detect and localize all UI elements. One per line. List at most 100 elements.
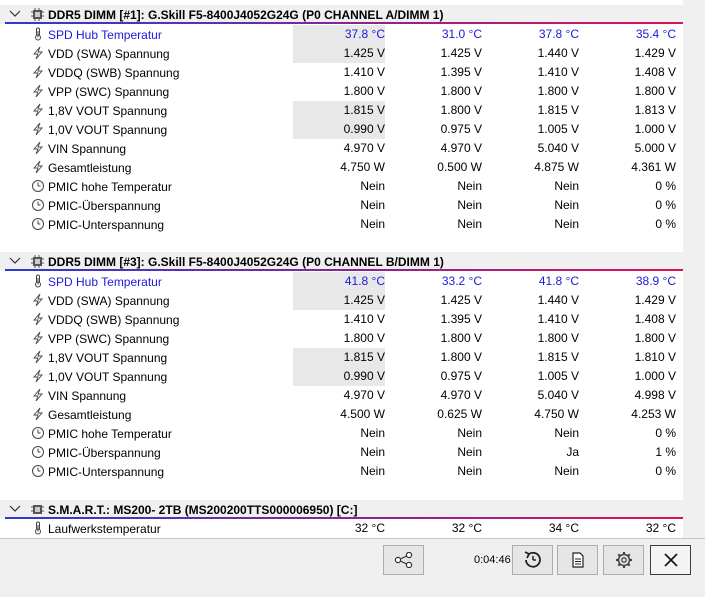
sensor-row[interactable]: PMIC hohe Temperatur Nein Nein Nein 0 % (0, 424, 683, 443)
sensor-row[interactable]: VDDQ (SWB) Spannung 1.410 V 1.395 V 1.410 V… (0, 63, 683, 82)
sensor-row[interactable]: VIN Spannung 4.970 V 4.970 V 5.040 V 5.000 V (0, 139, 683, 158)
current-value: 41.8 °C (293, 272, 385, 291)
current-value: 37.8 °C (293, 25, 385, 44)
clock-icon (32, 446, 44, 458)
sensor-row[interactable]: VDD (SWA) Spannung 1.425 V 1.425 V 1.440 V 1… (0, 44, 683, 63)
section-header-dimm1[interactable]: DDR5 DIMM [#1]: G.Skill F5-8400J4052G24G… (0, 5, 683, 24)
average-value: 1.429 V (634, 46, 676, 60)
voltage-icon (33, 312, 43, 326)
sensor-row[interactable]: 1,0V VOUT Spannung 0.990 V 0.975 V 1.005 V 1… (0, 120, 683, 139)
sensor-row[interactable]: 1,0V VOUT Spannung 0.990 V 0.975 V 1.005 V 1… (0, 367, 683, 386)
sensor-row[interactable]: VIN Spannung 4.970 V 4.970 V 5.040 V 4.998 V (0, 386, 683, 405)
vertical-scrollbar[interactable] (683, 0, 705, 538)
sensor-label: 1,8V VOUT Spannung (48, 104, 168, 118)
max-value: 1.440 V (537, 46, 579, 60)
sensor-row[interactable]: PMIC-Unterspannung Nein Nein Nein 0 % (0, 215, 683, 234)
sensor-row[interactable]: Gesamtleistung 4.750 W 0.500 W 4.875 W 4.361… (0, 158, 683, 177)
sensor-label: 1,0V VOUT Spannung (48, 370, 168, 384)
average-value: 1.813 V (634, 103, 676, 117)
sensor-row[interactable]: SPD Hub Temperatur 37.8 °C 31.0 °C 37.8 °C 3… (0, 25, 683, 44)
current-value: 4.970 V (343, 141, 385, 155)
current-value: 1.815 V (293, 101, 385, 120)
sensor-row[interactable]: 1,8V VOUT Spannung 1.815 V 1.800 V 1.815 V 1… (0, 348, 683, 367)
min-value: 4.970 V (440, 141, 482, 155)
sensor-row[interactable]: Laufwerkstemperatur 32 °C 32 °C 34 °C 32 °C (0, 519, 683, 538)
min-value: 31.0 °C (441, 27, 482, 41)
current-value: Nein (360, 179, 385, 193)
sensor-row[interactable]: Gesamtleistung 4.500 W 0.625 W 4.750 W 4.253… (0, 405, 683, 424)
clock-icon (32, 180, 44, 192)
sensor-label: VDD (SWA) Spannung (48, 294, 170, 308)
reset-clock-button[interactable] (512, 545, 553, 575)
power-icon (33, 407, 43, 421)
current-value: 4.500 W (340, 407, 385, 421)
min-value: Nein (457, 464, 482, 478)
chevron-down-icon[interactable] (9, 255, 21, 267)
current-value: 0.990 V (293, 120, 385, 139)
max-value: 1.815 V (537, 103, 579, 117)
sensor-label: PMIC-Überspannung (48, 446, 161, 460)
average-value: 1.800 V (634, 84, 676, 98)
share-button[interactable] (383, 545, 424, 575)
average-value: 0 % (655, 464, 676, 478)
sensor-label: VDDQ (SWB) Spannung (48, 313, 180, 327)
bottom-toolbar: 0:04:46 (0, 538, 705, 597)
min-value: 1.395 V (440, 312, 482, 326)
average-value: 5.000 V (634, 141, 676, 155)
max-value: 1.005 V (537, 122, 579, 136)
chevron-down-icon[interactable] (9, 503, 21, 515)
average-value: 4.253 W (631, 407, 676, 421)
min-value: 0.975 V (440, 122, 482, 136)
elapsed-timer: 0:04:46 (474, 554, 511, 566)
sensor-row[interactable]: SPD Hub Temperatur 41.8 °C 33.2 °C 41.8 °C 3… (0, 272, 683, 291)
average-value: 1 % (655, 445, 676, 459)
sensor-row[interactable]: VPP (SWC) Spannung 1.800 V 1.800 V 1.800 V 1… (0, 82, 683, 101)
sensor-row[interactable]: VPP (SWC) Spannung 1.800 V 1.800 V 1.800 V 1… (0, 329, 683, 348)
sensor-row[interactable]: PMIC-Unterspannung Nein Nein Nein 0 % (0, 462, 683, 481)
close-icon (663, 553, 678, 567)
voltage-icon (33, 84, 43, 98)
max-value: 4.875 W (534, 160, 579, 174)
current-value: Nein (360, 198, 385, 212)
sensor-row[interactable]: PMIC-Überspannung Nein Nein Ja 1 % (0, 443, 683, 462)
section-title: DDR5 DIMM [#1]: G.Skill F5-8400J4052G24G… (48, 8, 444, 22)
voltage-icon (33, 103, 43, 117)
sensor-label: PMIC hohe Temperatur (48, 180, 172, 194)
sensor-row[interactable]: PMIC-Überspannung Nein Nein Nein 0 % (0, 196, 683, 215)
drive-icon (31, 505, 44, 514)
min-value: Nein (457, 217, 482, 231)
share-icon (394, 552, 412, 568)
clock-icon (32, 465, 44, 477)
memory-chip-icon (31, 255, 44, 268)
max-value: 1.815 V (537, 350, 579, 364)
sensor-row[interactable]: VDDQ (SWB) Spannung 1.410 V 1.395 V 1.410 V… (0, 310, 683, 329)
sensor-row[interactable]: 1,8V VOUT Spannung 1.815 V 1.800 V 1.815 V 1… (0, 101, 683, 120)
average-value: 35.4 °C (635, 27, 676, 41)
min-value: 32 °C (451, 521, 482, 535)
report-button[interactable] (557, 545, 598, 575)
min-value: 0.975 V (440, 369, 482, 383)
sensor-row[interactable]: VDD (SWA) Spannung 1.425 V 1.425 V 1.440 V 1… (0, 291, 683, 310)
settings-button[interactable] (603, 545, 644, 575)
chevron-down-icon[interactable] (9, 8, 21, 20)
max-value: 1.800 V (537, 331, 579, 345)
report-icon (571, 552, 584, 568)
average-value: 32 °C (645, 521, 676, 535)
current-value: 32 °C (354, 521, 385, 535)
average-value: 1.000 V (634, 369, 676, 383)
average-value: 0 % (655, 426, 676, 440)
average-value: 0 % (655, 217, 676, 231)
sensor-row[interactable]: PMIC hohe Temperatur Nein Nein Nein 0 % (0, 177, 683, 196)
max-value: 5.040 V (537, 141, 579, 155)
sensor-table[interactable]: DDR5 DIMM [#1]: G.Skill F5-8400J4052G24G… (0, 0, 683, 538)
section-header-smart[interactable]: S.M.A.R.T.: MS200- 2TB (MS200200TTS00000… (0, 500, 683, 519)
section-header-dimm3[interactable]: DDR5 DIMM [#3]: G.Skill F5-8400J4052G24G… (0, 252, 683, 271)
min-value: Nein (457, 445, 482, 459)
min-value: Nein (457, 426, 482, 440)
max-value: 1.800 V (537, 84, 579, 98)
current-value: 1.425 V (293, 291, 385, 310)
min-value: 1.425 V (440, 293, 482, 307)
close-button[interactable] (650, 545, 691, 575)
min-value: 33.2 °C (441, 274, 482, 288)
max-value: 4.750 W (534, 407, 579, 421)
